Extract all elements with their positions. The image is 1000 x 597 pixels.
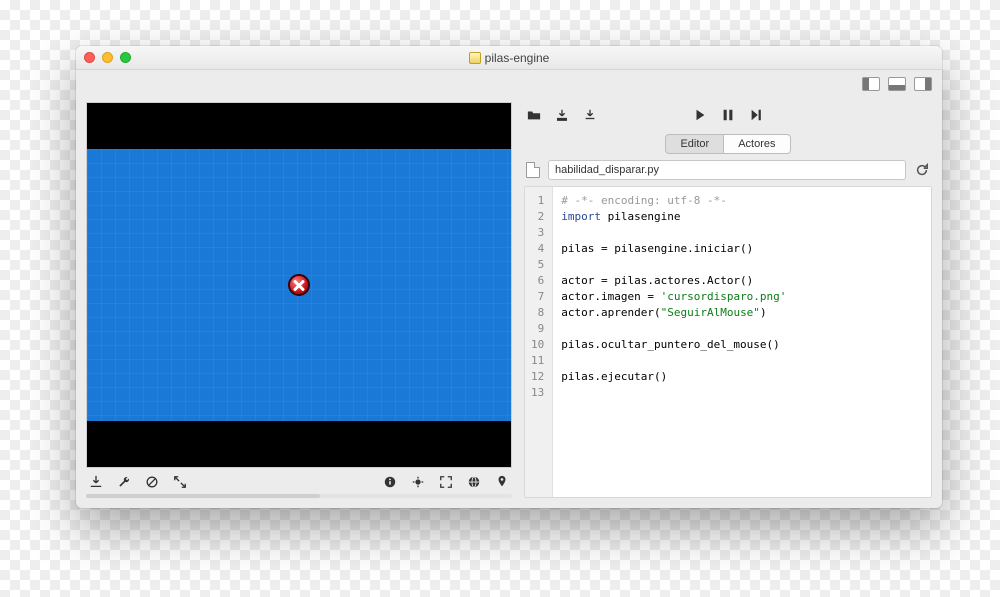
play-button[interactable] xyxy=(692,107,708,123)
disable-icon[interactable] xyxy=(144,474,160,490)
game-area[interactable] xyxy=(87,149,511,421)
target-icon[interactable] xyxy=(410,474,426,490)
letterbox-top xyxy=(87,103,511,149)
letterbox-bottom xyxy=(87,421,511,467)
code-content[interactable]: # -*- encoding: utf-8 -*- import pilasen… xyxy=(553,187,794,497)
app-icon xyxy=(469,52,481,64)
viewport-toolbar xyxy=(86,468,512,490)
window-controls xyxy=(84,52,131,63)
title-wrap: pilas-engine xyxy=(76,51,942,65)
titlebar: pilas-engine xyxy=(76,46,942,70)
open-folder-icon[interactable] xyxy=(526,107,542,123)
toggle-bottom-panel-button[interactable] xyxy=(888,77,906,91)
tab-editor[interactable]: Editor xyxy=(665,134,724,154)
content: Editor Actores 1 2 3 4 5 6 7 8 9 10 11 1… xyxy=(76,98,942,508)
document-icon xyxy=(526,162,540,178)
tab-actors[interactable]: Actores xyxy=(724,134,790,154)
toggle-right-panel-button[interactable] xyxy=(914,77,932,91)
export-icon[interactable] xyxy=(582,107,598,123)
game-panel xyxy=(86,102,512,498)
step-forward-button[interactable] xyxy=(748,107,764,123)
zoom-window-button[interactable] xyxy=(120,52,131,63)
info-icon[interactable] xyxy=(382,474,398,490)
globe-icon[interactable] xyxy=(466,474,482,490)
minimize-window-button[interactable] xyxy=(102,52,113,63)
actor-sprite[interactable] xyxy=(288,274,310,296)
line-gutter: 1 2 3 4 5 6 7 8 9 10 11 12 13 xyxy=(525,187,553,497)
editor-toolbar xyxy=(524,102,932,128)
tab-bar: Editor Actores xyxy=(524,134,932,154)
close-window-button[interactable] xyxy=(84,52,95,63)
header-toolbar xyxy=(76,70,942,98)
app-window: pilas-engine xyxy=(76,46,942,508)
refresh-icon[interactable] xyxy=(914,162,930,178)
pause-button[interactable] xyxy=(720,107,736,123)
pin-icon[interactable] xyxy=(494,474,510,490)
horizontal-scrollbar[interactable] xyxy=(86,494,512,498)
wrench-icon[interactable] xyxy=(116,474,132,490)
code-editor[interactable]: 1 2 3 4 5 6 7 8 9 10 11 12 13 # -*- enco… xyxy=(524,186,932,498)
expand-icon[interactable] xyxy=(172,474,188,490)
save-icon[interactable] xyxy=(554,107,570,123)
filename-input[interactable] xyxy=(548,160,906,180)
editor-panel: Editor Actores 1 2 3 4 5 6 7 8 9 10 11 1… xyxy=(524,102,932,498)
fullscreen-icon[interactable] xyxy=(438,474,454,490)
file-row xyxy=(524,160,932,180)
scrollbar-thumb[interactable] xyxy=(86,494,320,498)
game-viewport[interactable] xyxy=(86,102,512,468)
download-icon[interactable] xyxy=(88,474,104,490)
toggle-left-panel-button[interactable] xyxy=(862,77,880,91)
window-title: pilas-engine xyxy=(485,51,550,65)
